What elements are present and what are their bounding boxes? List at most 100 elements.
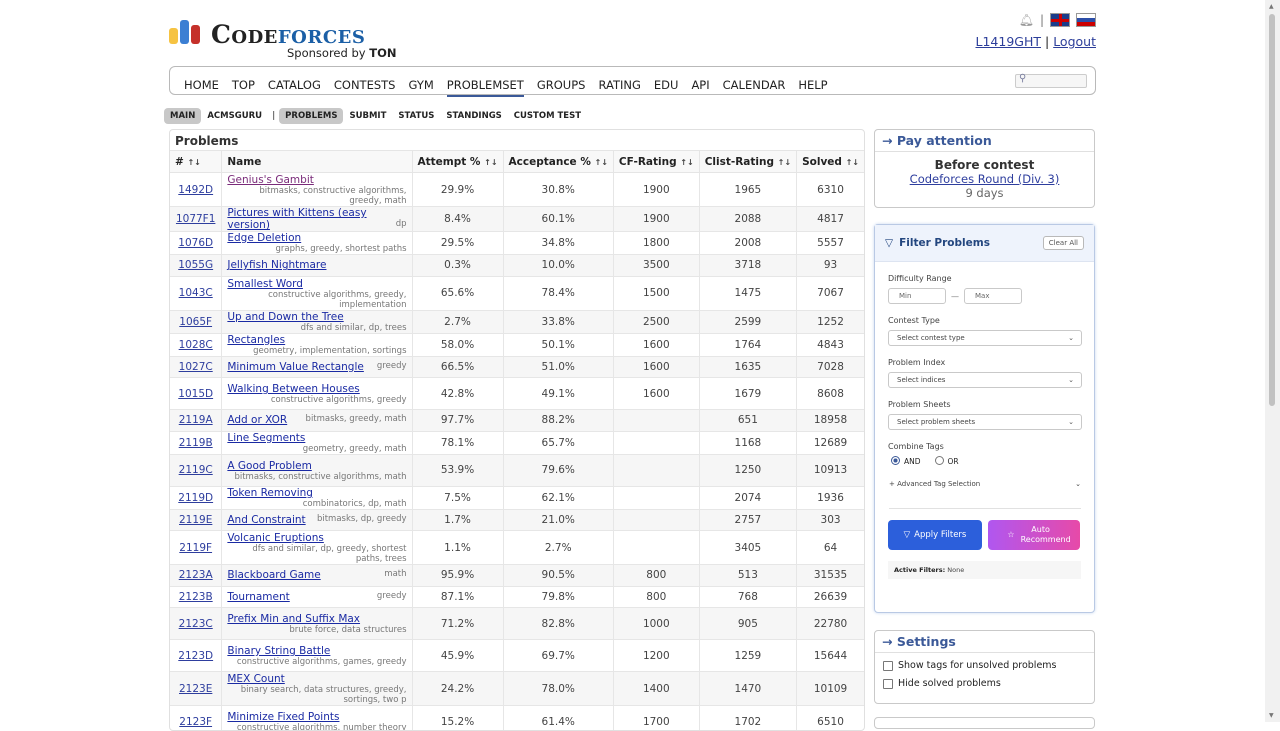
menu-item-catalog[interactable]: CATALOG bbox=[268, 78, 321, 92]
logout-link[interactable]: Logout bbox=[1053, 34, 1096, 49]
problem-id-link[interactable]: 2119D bbox=[178, 492, 213, 504]
problem-index-select[interactable]: Select indices⌄ bbox=[888, 372, 1082, 388]
or-radio[interactable]: OR bbox=[935, 456, 959, 466]
search-input[interactable]: ⚲ bbox=[1015, 74, 1087, 88]
problem-id-link[interactable]: 2119A bbox=[179, 414, 213, 426]
column-header-acceptance[interactable]: Acceptance % ↑↓ bbox=[503, 151, 613, 173]
problem-id-link[interactable]: 1028C bbox=[179, 339, 213, 351]
clist-rating-cell: 2088 bbox=[699, 207, 796, 232]
problem-name-link[interactable]: Minimum Value Rectangle bbox=[227, 361, 363, 373]
notification-bell-icon[interactable]: 🔔︎ bbox=[1019, 13, 1034, 27]
problem-name-link[interactable]: Pictures with Kittens (easy version) bbox=[227, 207, 366, 231]
problem-name-link[interactable]: Tournament bbox=[227, 591, 289, 603]
problem-id-link[interactable]: 2123B bbox=[179, 591, 213, 603]
menu-item-rating[interactable]: RATING bbox=[598, 78, 640, 92]
problem-name-link[interactable]: Up and Down the Tree bbox=[227, 311, 343, 323]
problem-id-cell: 2123C bbox=[170, 608, 222, 640]
english-flag-icon[interactable] bbox=[1050, 13, 1070, 27]
menu-item-gym[interactable]: GYM bbox=[408, 78, 433, 92]
problem-name-link[interactable]: And Constraint bbox=[227, 514, 305, 526]
clear-all-button[interactable]: Clear All bbox=[1043, 236, 1084, 250]
show-tags-checkbox[interactable]: Show tags for unsolved problems bbox=[883, 660, 1094, 671]
menu-item-home[interactable]: HOME bbox=[184, 78, 219, 92]
main-menu: HOME TOP CATALOG CONTESTS GYM PROBLEMSET GROUP… bbox=[169, 66, 1096, 95]
problem-name-link[interactable]: A Good Problem bbox=[227, 460, 406, 472]
problem-id-link[interactable]: 2123C bbox=[179, 618, 213, 630]
scroll-down-icon[interactable]: ▼ bbox=[1269, 712, 1274, 719]
problem-name-link[interactable]: Add or XOR bbox=[227, 414, 287, 426]
column-header-clist-rating[interactable]: Clist-Rating ↑↓ bbox=[699, 151, 796, 173]
submenu-acmsguru[interactable]: ACMSGURU bbox=[201, 108, 268, 124]
difficulty-min-input[interactable]: Min bbox=[888, 288, 946, 304]
submenu-submit[interactable]: SUBMIT bbox=[343, 108, 392, 124]
menu-item-help[interactable]: HELP bbox=[798, 78, 827, 92]
problem-id-link[interactable]: 2123A bbox=[179, 569, 213, 581]
problem-name-link[interactable]: Walking Between Houses bbox=[227, 383, 406, 395]
problem-id-link[interactable]: 2119C bbox=[179, 464, 213, 476]
russian-flag-icon[interactable] bbox=[1076, 13, 1096, 27]
apply-filters-button[interactable]: ▽Apply Filters bbox=[888, 520, 982, 550]
problem-id-link[interactable]: 1077F1 bbox=[176, 213, 215, 225]
menu-item-top[interactable]: TOP bbox=[232, 78, 255, 92]
scrollbar-thumb[interactable] bbox=[1269, 14, 1275, 406]
problem-id-link[interactable]: 2119E bbox=[179, 514, 212, 526]
advanced-tag-selection-toggle[interactable]: + Advanced Tag Selection ⌄ bbox=[889, 480, 1081, 509]
problem-id-link[interactable]: 1076D bbox=[178, 237, 213, 249]
problem-name-link[interactable]: Jellyfish Nightmare bbox=[227, 259, 326, 271]
and-radio[interactable]: AND bbox=[891, 456, 921, 466]
menu-item-edu[interactable]: EDU bbox=[654, 78, 679, 92]
table-row: 2123EMEX Countbinary search, data struct… bbox=[170, 672, 864, 706]
problem-name-link[interactable]: Minimize Fixed Points bbox=[227, 711, 406, 723]
problem-id-link[interactable]: 1065F bbox=[179, 316, 212, 328]
attempt-cell: 8.4% bbox=[412, 207, 503, 232]
contest-link[interactable]: Codeforces Round (Div. 3) bbox=[910, 172, 1060, 186]
auto-recommend-button[interactable]: ☆Auto Recommend bbox=[988, 520, 1080, 550]
menu-item-problemset[interactable]: PROBLEMSET bbox=[447, 78, 524, 92]
problem-name-link[interactable]: Smallest Word bbox=[227, 278, 406, 290]
table-row: 2123ABlackboard Gamemath95.9%90.5%800513… bbox=[170, 565, 864, 587]
problem-id-link[interactable]: 1055G bbox=[178, 259, 213, 271]
problem-id-link[interactable]: 1492D bbox=[178, 184, 213, 196]
problem-id-link[interactable]: 2123D bbox=[178, 650, 213, 662]
submenu-custom-test[interactable]: CUSTOM TEST bbox=[508, 108, 587, 124]
submenu-standings[interactable]: STANDINGS bbox=[440, 108, 507, 124]
problem-id-link[interactable]: 1027C bbox=[179, 361, 213, 373]
menu-item-groups[interactable]: GROUPS bbox=[537, 78, 586, 92]
difficulty-max-input[interactable]: Max bbox=[964, 288, 1022, 304]
column-header-attempt[interactable]: Attempt % ↑↓ bbox=[412, 151, 503, 173]
problem-id-link[interactable]: 2123E bbox=[179, 683, 212, 695]
username-link[interactable]: L1419GHT bbox=[976, 34, 1042, 49]
column-header-name[interactable]: Name bbox=[222, 151, 412, 173]
contest-type-label: Contest Type bbox=[888, 316, 1094, 325]
problem-id-link[interactable]: 2119B bbox=[179, 437, 213, 449]
problem-name-link[interactable]: Rectangles bbox=[227, 334, 285, 346]
menu-item-contests[interactable]: CONTESTS bbox=[334, 78, 396, 92]
problem-name-link[interactable]: Binary String Battle bbox=[227, 645, 406, 657]
page-scrollbar[interactable]: ▲ ▼ bbox=[1265, 0, 1280, 722]
scroll-up-icon[interactable]: ▲ bbox=[1269, 3, 1274, 10]
problem-name-link[interactable]: Genius's Gambit bbox=[227, 174, 406, 186]
problem-name-link[interactable]: MEX Count bbox=[227, 673, 406, 685]
hide-solved-checkbox[interactable]: Hide solved problems bbox=[883, 678, 1094, 689]
attempt-cell: 87.1% bbox=[412, 586, 503, 608]
submenu-problems[interactable]: PROBLEMS bbox=[279, 108, 343, 124]
clist-rating-cell: 1168 bbox=[699, 431, 796, 454]
problem-name-link[interactable]: Edge Deletion bbox=[227, 232, 301, 244]
problem-id-link[interactable]: 1015D bbox=[178, 388, 213, 400]
problem-name-link[interactable]: Volcanic Eruptions bbox=[227, 532, 406, 544]
problem-id-link[interactable]: 2119F bbox=[179, 542, 212, 554]
menu-item-calendar[interactable]: CALENDAR bbox=[723, 78, 786, 92]
column-header-cf-rating[interactable]: CF-Rating ↑↓ bbox=[613, 151, 699, 173]
column-header-id[interactable]: # ↑↓ bbox=[170, 151, 222, 173]
problem-name-link[interactable]: Blackboard Game bbox=[227, 569, 320, 581]
problem-sheets-select[interactable]: Select problem sheets⌄ bbox=[888, 414, 1082, 430]
problem-name-link[interactable]: Token Removing bbox=[227, 487, 313, 499]
submenu-main[interactable]: MAIN bbox=[164, 108, 201, 124]
problem-name-link[interactable]: Line Segments bbox=[227, 432, 305, 444]
contest-type-select[interactable]: Select contest type⌄ bbox=[888, 330, 1082, 346]
column-header-solved[interactable]: Solved ↑↓ bbox=[797, 151, 864, 173]
submenu-status[interactable]: STATUS bbox=[392, 108, 440, 124]
menu-item-api[interactable]: API bbox=[691, 78, 709, 92]
problem-id-link[interactable]: 1043C bbox=[179, 287, 213, 299]
problem-name-link[interactable]: Prefix Min and Suffix Max bbox=[227, 613, 406, 625]
